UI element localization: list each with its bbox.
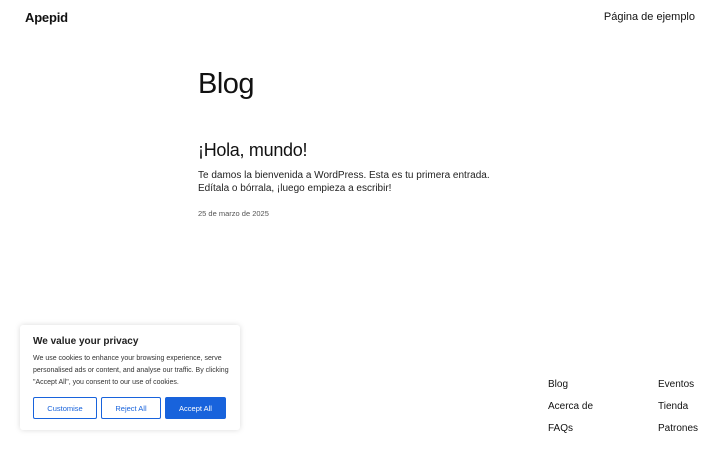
nav-link-sample-page[interactable]: Página de ejemplo bbox=[604, 11, 695, 23]
footer-link-about[interactable]: Acerca de bbox=[548, 401, 593, 412]
post-excerpt: Te damos la bienvenida a WordPress. Esta… bbox=[198, 170, 490, 194]
footer-link-blog[interactable]: Blog bbox=[548, 379, 593, 390]
cookie-consent-banner: We value your privacy We use cookies to … bbox=[20, 325, 240, 430]
footer-link-faqs[interactable]: FAQs bbox=[548, 423, 593, 434]
cookie-banner-title: We value your privacy bbox=[33, 336, 139, 347]
reject-all-button[interactable]: Reject All bbox=[101, 397, 161, 419]
footer-column-2: Eventos Tienda Patrones bbox=[658, 379, 698, 434]
post-date[interactable]: 25 de marzo de 2025 bbox=[198, 209, 269, 218]
footer-link-events[interactable]: Eventos bbox=[658, 379, 698, 390]
post-title[interactable]: ¡Hola, mundo! bbox=[198, 140, 307, 161]
footer-column-1: Blog Acerca de FAQs bbox=[548, 379, 593, 434]
footer-link-shop[interactable]: Tienda bbox=[658, 401, 698, 412]
site-title[interactable]: Apepid bbox=[25, 10, 68, 25]
footer-link-patterns[interactable]: Patrones bbox=[658, 423, 698, 434]
cookie-banner-text: We use cookies to enhance your browsing … bbox=[33, 355, 229, 386]
customise-button[interactable]: Customise bbox=[33, 397, 97, 419]
accept-all-button[interactable]: Accept All bbox=[165, 397, 226, 419]
page-title: Blog bbox=[198, 68, 255, 100]
